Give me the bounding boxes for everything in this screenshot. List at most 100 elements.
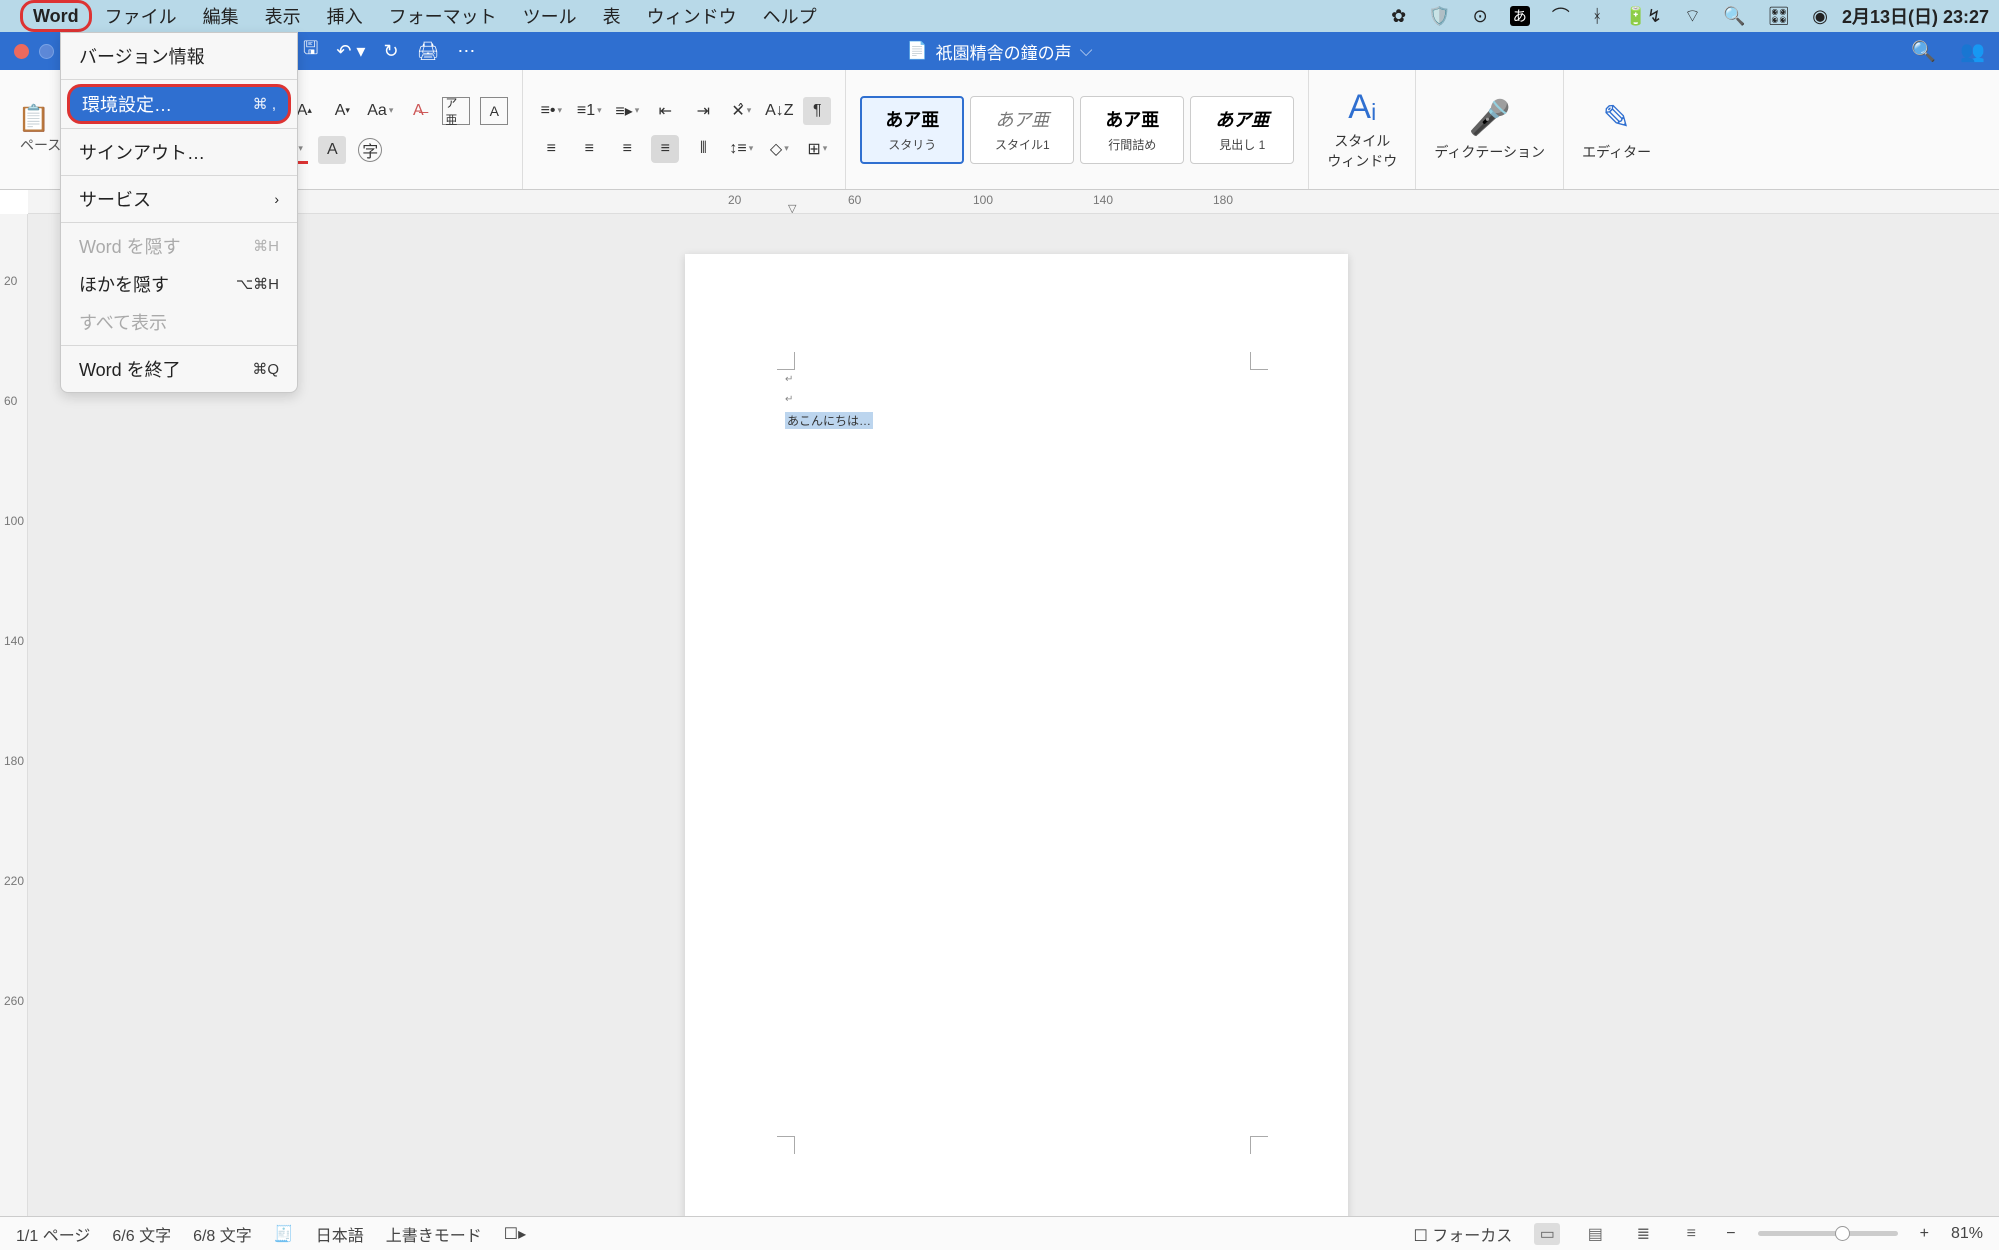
zoom-level[interactable]: 81% <box>1951 1225 1983 1243</box>
shading-icon[interactable]: ◇ <box>765 135 793 163</box>
menubar-edit[interactable]: 編集 <box>190 0 252 32</box>
status-overwrite[interactable]: 上書きモード <box>386 1222 482 1246</box>
document-canvas[interactable]: ↵ ↵ あこんにちは… <box>28 214 1999 1216</box>
menubar-window[interactable]: ウィンドウ <box>634 0 750 32</box>
app-icon-1[interactable]: ✿ <box>1391 6 1406 27</box>
zoom-in-icon[interactable]: + <box>1920 1225 1929 1243</box>
menubar-format[interactable]: フォーマット <box>376 0 510 32</box>
char-shading-icon[interactable]: A <box>318 136 346 164</box>
menubar-table[interactable]: 表 <box>590 0 634 32</box>
margin-corner-tl <box>777 352 795 370</box>
battery-icon[interactable]: 🔋↯ <box>1625 6 1663 27</box>
align-justify-icon[interactable]: ≡ <box>651 135 679 163</box>
view-outline-icon[interactable]: ≣ <box>1630 1223 1656 1245</box>
qat-save-icon[interactable]: 🖫 <box>303 36 318 66</box>
search-icon[interactable]: 🔍 <box>1911 39 1936 64</box>
word-app-menu-dropdown: バージョン情報 環境設定…⌘ , サインアウト… サービス› Word を隠す⌘… <box>60 32 298 393</box>
style-heading1[interactable]: あア亜 見出し 1 <box>1190 96 1294 164</box>
siri-icon[interactable]: ◉ <box>1812 6 1828 27</box>
dd-signout[interactable]: サインアウト… <box>61 133 297 171</box>
ruler-horizontal[interactable]: 20 60 100 140 180 ▽ <box>28 190 1999 214</box>
share-icon[interactable]: 👥 <box>1960 39 1985 64</box>
numbering-icon[interactable]: ≡1 <box>575 97 603 125</box>
line-spacing-icon[interactable]: ↕≡ <box>727 135 755 163</box>
align-center-icon[interactable]: ≡ <box>575 135 603 163</box>
dd-about[interactable]: バージョン情報 <box>61 37 297 75</box>
multilevel-icon[interactable]: ≡▸ <box>613 97 641 125</box>
borders-icon[interactable]: ⊞ <box>803 135 831 163</box>
document-title[interactable]: 📄 祇園精舎の鐘の声 ⌵ <box>906 39 1092 64</box>
status-words-1[interactable]: 6/6 文字 <box>112 1222 171 1246</box>
airdrop-icon[interactable]: ⌒ <box>1552 3 1570 29</box>
menubar-insert[interactable]: 挿入 <box>314 0 376 32</box>
clear-format-icon[interactable]: A̶ <box>404 97 432 125</box>
style-no-spacing[interactable]: あア亜 行間詰め <box>1080 96 1184 164</box>
menubar-tools[interactable]: ツール <box>510 0 590 32</box>
view-draft-icon[interactable]: ≡ <box>1678 1223 1704 1245</box>
window-min[interactable] <box>39 44 54 59</box>
distribute-icon[interactable]: ⫴ <box>689 135 717 163</box>
phonetic-icon[interactable]: ア亜 <box>442 97 470 125</box>
playback-icon[interactable]: ⊙ <box>1473 6 1488 27</box>
char-border-icon[interactable]: A <box>480 97 508 125</box>
status-words-2[interactable]: 6/8 文字 <box>193 1222 252 1246</box>
dd-services[interactable]: サービス› <box>61 180 297 218</box>
page-1[interactable]: ↵ ↵ あこんにちは… <box>685 254 1348 1216</box>
view-print-icon[interactable]: ▭ <box>1534 1223 1560 1245</box>
menubar-datetime[interactable]: 2月13日(日) 23:27 <box>1842 3 1989 29</box>
chevron-down-icon[interactable]: ⌵ <box>1080 41 1093 61</box>
view-web-icon[interactable]: ▤ <box>1582 1223 1608 1245</box>
menubar-status-icons: ✿ 🛡️ ⊙ あ ⌒ ᚼ 🔋↯ ⌔ 🔍 🎛 ◉ <box>1391 3 1828 29</box>
ruler-vertical[interactable]: 20 60 100 140 180 220 260 <box>0 214 28 1216</box>
dd-preferences[interactable]: 環境設定…⌘ , <box>67 84 291 124</box>
dd-quit[interactable]: Word を終了⌘Q <box>61 350 297 388</box>
ime-icon[interactable]: あ <box>1510 6 1530 26</box>
status-language[interactable]: 日本語 <box>316 1222 364 1246</box>
control-center-icon[interactable]: 🎛 <box>1767 6 1790 27</box>
menubar-file[interactable]: ファイル <box>92 0 190 32</box>
paste-icon[interactable]: 📋 <box>20 105 48 133</box>
editor-button[interactable]: ✎ エディター <box>1564 70 1669 189</box>
selected-text[interactable]: あこんにちは… <box>785 412 873 429</box>
menubar-word[interactable]: Word <box>20 0 92 32</box>
bullets-icon[interactable]: ≡• <box>537 97 565 125</box>
style-1[interactable]: あア亜 スタイル1 <box>970 96 1074 164</box>
show-marks-icon[interactable]: ¶ <box>803 97 831 125</box>
dd-hide-word: Word を隠す⌘H <box>61 227 297 265</box>
decrease-font-icon[interactable]: A▾ <box>328 97 356 125</box>
outdent-icon[interactable]: ⇤ <box>651 97 679 125</box>
styles-pane-button[interactable]: Aᵢ スタイル ウィンドウ <box>1309 70 1416 189</box>
sort-icon[interactable]: A↓Z <box>765 97 793 125</box>
qat-redo-icon[interactable]: ↻ <box>383 41 398 62</box>
zoom-out-icon[interactable]: − <box>1726 1225 1735 1243</box>
dictation-button[interactable]: 🎤 ディクテーション <box>1416 70 1564 189</box>
zoom-slider[interactable] <box>1758 1231 1898 1236</box>
dd-show-all: すべて表示 <box>61 303 297 341</box>
status-page[interactable]: 1/1 ページ <box>16 1222 90 1246</box>
app-icon-2[interactable]: 🛡️ <box>1428 6 1450 27</box>
align-right-icon[interactable]: ≡ <box>613 135 641 163</box>
status-focus[interactable]: ☐ フォーカス <box>1413 1222 1512 1246</box>
status-macro-icon[interactable]: ☐▸ <box>504 1224 526 1244</box>
styles-pane-icon: Aᵢ <box>1348 88 1376 127</box>
dd-hide-others[interactable]: ほかを隠す⌥⌘H <box>61 265 297 303</box>
margin-corner-tr <box>1250 352 1268 370</box>
enclosed-char-icon[interactable]: 字 <box>356 136 384 164</box>
qat-undo-icon[interactable]: ↶ ▾ <box>336 41 365 62</box>
wifi-icon[interactable]: ⌔ <box>1684 5 1701 28</box>
qat-print-icon[interactable]: 🖨 <box>417 41 440 62</box>
indent-icon[interactable]: ⇥ <box>689 97 717 125</box>
spotlight-icon[interactable]: 🔍 <box>1723 6 1745 27</box>
window-close[interactable] <box>14 44 29 59</box>
bluetooth-icon[interactable]: ᚼ <box>1592 6 1603 27</box>
status-spellcheck-icon[interactable]: 🧾 <box>274 1224 294 1244</box>
margin-corner-bl <box>777 1136 795 1154</box>
macos-menubar: Word ファイル 編集 表示 挿入 フォーマット ツール 表 ウィンドウ ヘル… <box>0 0 1999 32</box>
align-left-icon[interactable]: ≡ <box>537 135 565 163</box>
change-case-icon[interactable]: Aa <box>366 97 394 125</box>
asian-layout-icon[interactable]: ✕̂ <box>727 97 755 125</box>
qat-more-icon[interactable]: ⋯ <box>457 41 475 62</box>
style-normal[interactable]: あア亜 スタリう <box>860 96 964 164</box>
menubar-help[interactable]: ヘルプ <box>750 0 830 32</box>
menubar-view[interactable]: 表示 <box>252 0 314 32</box>
